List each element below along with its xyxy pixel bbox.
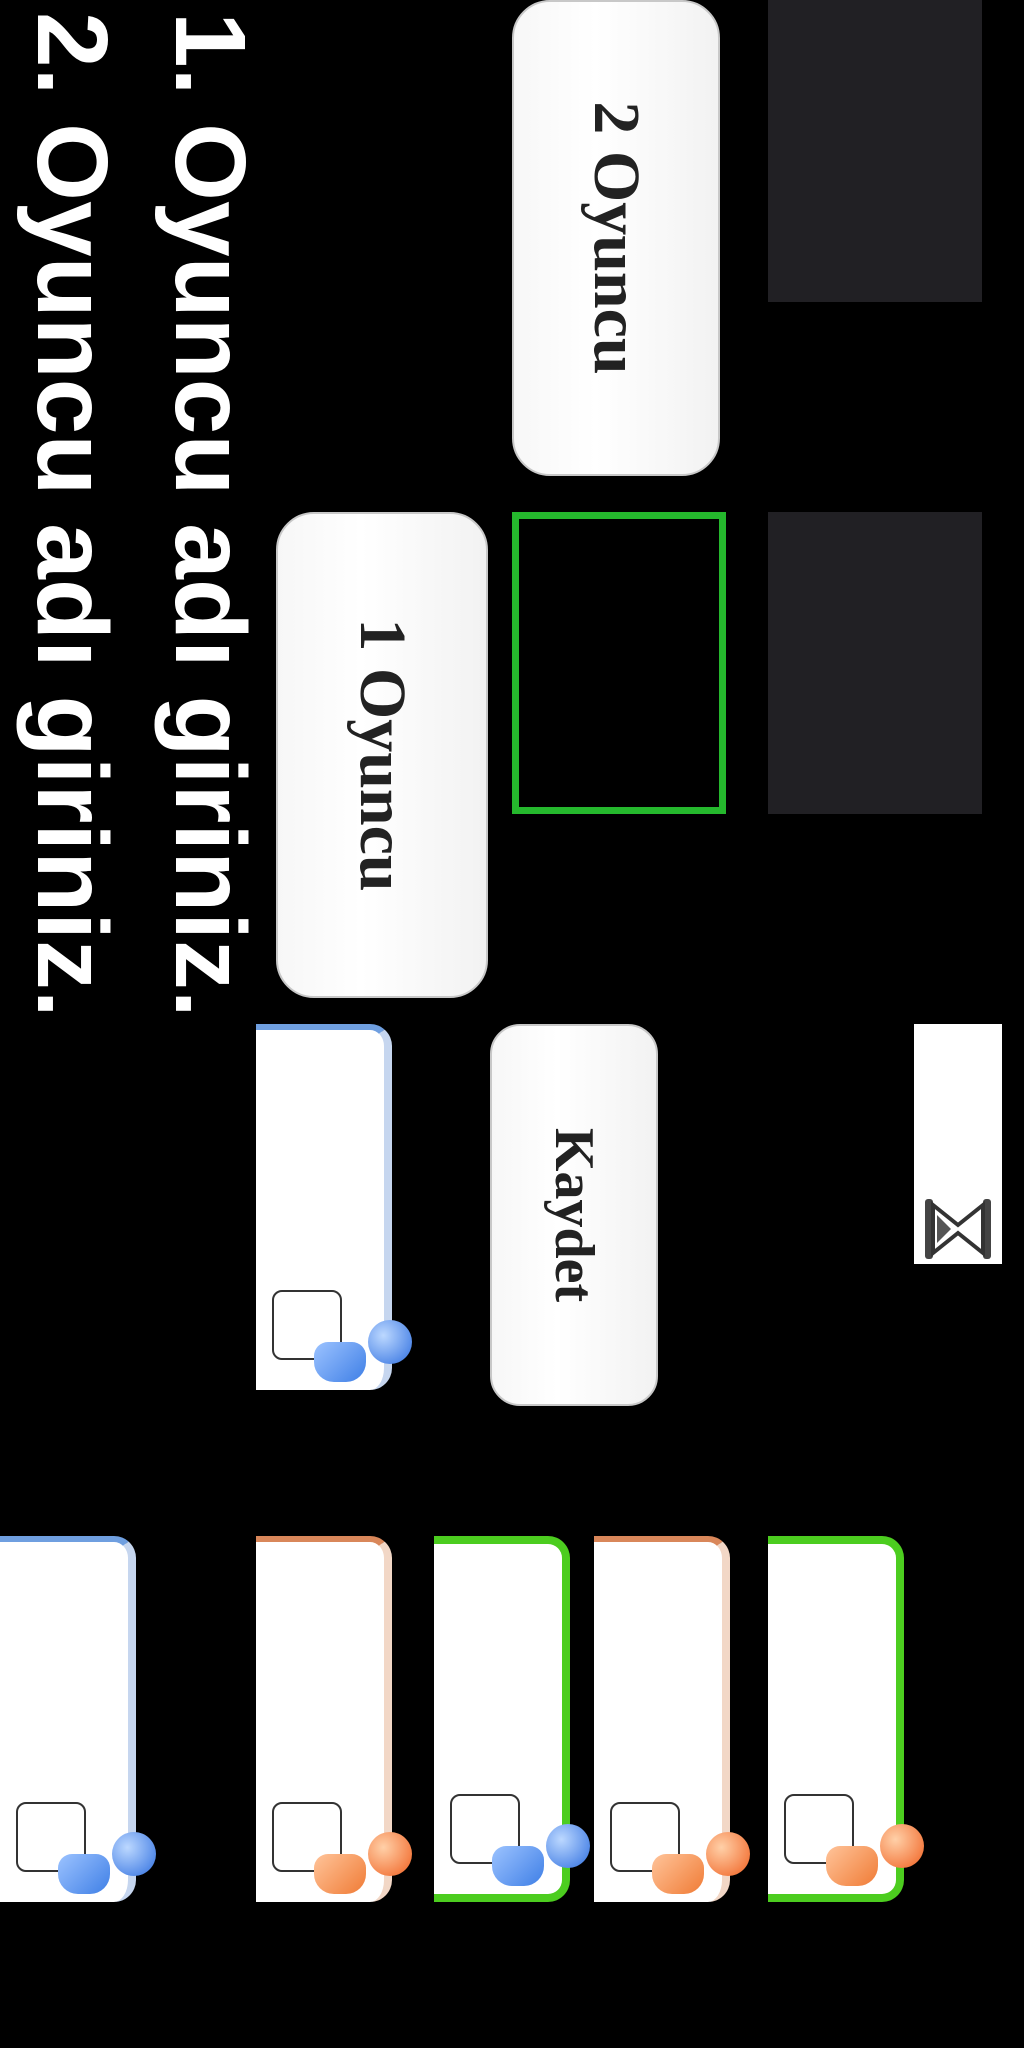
two-player-button[interactable]: 2 Oyuncu bbox=[512, 0, 720, 476]
user-avatar-head-icon bbox=[546, 1824, 590, 1868]
player2-name-field[interactable] bbox=[768, 0, 982, 302]
user-avatar-icon bbox=[652, 1854, 704, 1894]
user-avatar-head-icon bbox=[706, 1832, 750, 1876]
one-player-button[interactable]: 1 Oyuncu bbox=[276, 512, 488, 998]
user-avatar-icon bbox=[58, 1854, 110, 1894]
avatar-card-green-orange[interactable] bbox=[768, 1536, 924, 1902]
user-avatar-head-icon bbox=[368, 1320, 412, 1364]
selected-avatar-slot[interactable] bbox=[512, 512, 726, 814]
save-label: Kaydet bbox=[543, 1127, 605, 1303]
user-avatar-icon bbox=[826, 1846, 878, 1886]
player1-avatar-card[interactable] bbox=[256, 1024, 412, 1390]
avatar-card-green-blue[interactable] bbox=[434, 1536, 590, 1902]
player1-name-prompt: 1. Oyuncu adı giriniz. bbox=[154, 12, 266, 1018]
user-avatar-head-icon bbox=[368, 1832, 412, 1876]
hourglass-icon bbox=[925, 1199, 991, 1259]
two-player-label: 2 Oyuncu bbox=[580, 101, 653, 375]
player2-name-prompt: 2. Oyuncu adı giriniz. bbox=[16, 12, 128, 1018]
user-avatar-icon bbox=[314, 1854, 366, 1894]
user-avatar-icon bbox=[492, 1846, 544, 1886]
loading-indicator bbox=[914, 1024, 1002, 1264]
one-player-label: 1 Oyuncu bbox=[346, 618, 419, 892]
user-avatar-head-icon bbox=[112, 1832, 156, 1876]
avatar-card-orange-1[interactable] bbox=[256, 1536, 412, 1902]
player1-name-field[interactable] bbox=[768, 512, 982, 814]
avatar-card-orange-2[interactable] bbox=[594, 1536, 750, 1902]
user-avatar-icon bbox=[314, 1342, 366, 1382]
save-button[interactable]: Kaydet bbox=[490, 1024, 658, 1406]
avatar-card-blue-1[interactable] bbox=[0, 1536, 156, 1902]
user-avatar-head-icon bbox=[880, 1824, 924, 1868]
